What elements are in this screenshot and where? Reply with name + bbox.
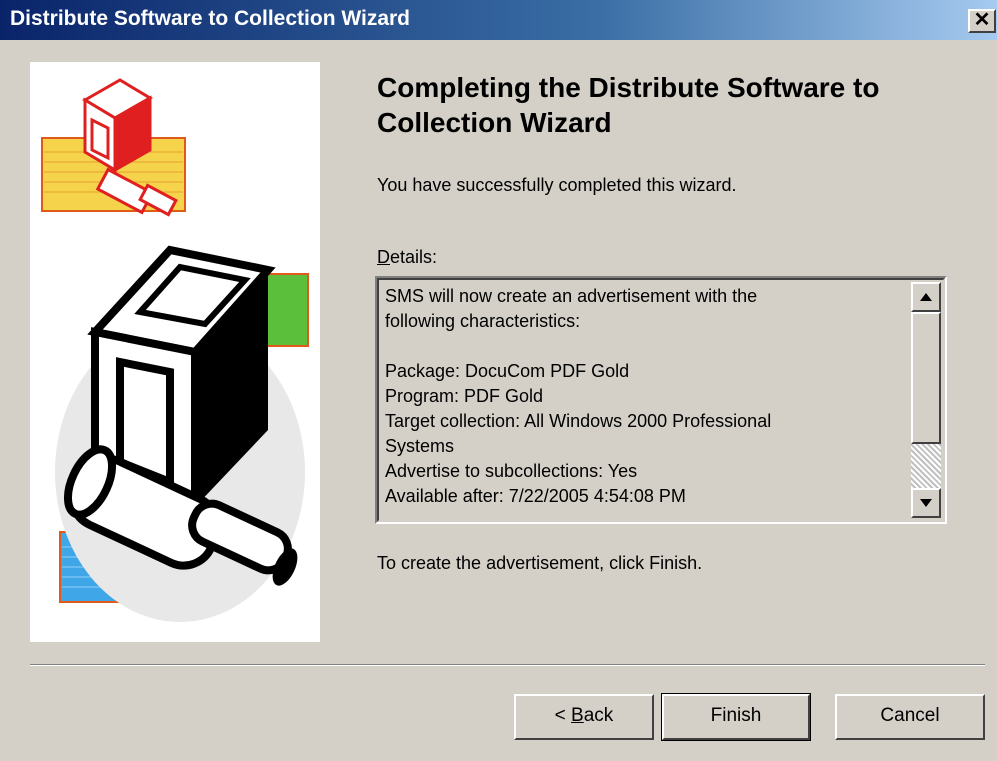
- close-button[interactable]: ✕: [968, 9, 996, 33]
- details-text: SMS will now create an advertisement wit…: [385, 284, 905, 520]
- details-label-mnemonic: D: [377, 247, 390, 267]
- back-button-mnemonic: B: [571, 705, 584, 726]
- details-textbox-inner: SMS will now create an advertisement wit…: [377, 278, 945, 522]
- cancel-button[interactable]: Cancel: [835, 694, 985, 740]
- details-line: [385, 334, 905, 359]
- title-bar[interactable]: Distribute Software to Collection Wizard…: [0, 0, 997, 40]
- back-button-rest: ack: [583, 705, 614, 726]
- details-scrollbar[interactable]: [911, 282, 941, 518]
- arrow-up-icon: [920, 293, 932, 301]
- success-message: You have successfully completed this wiz…: [377, 175, 737, 195]
- details-line: Advertise to subcollections: Yes: [385, 461, 638, 481]
- details-line: Program: PDF Gold: [385, 386, 544, 406]
- details-line: SMS will now create an advertisement wit…: [385, 286, 758, 306]
- details-line: Available after: 7/22/2005 4:54:08 PM: [385, 486, 686, 506]
- scroll-thumb[interactable]: [911, 312, 941, 444]
- finish-button[interactable]: Finish: [661, 693, 811, 741]
- page-title: Completing the Distribute Software to Co…: [377, 72, 880, 138]
- scroll-track[interactable]: [911, 444, 941, 488]
- cancel-button-label: Cancel: [880, 705, 940, 726]
- details-line: Target collection: All Windows 2000 Prof…: [385, 411, 772, 431]
- button-separator: [30, 664, 985, 666]
- back-button[interactable]: < Back: [514, 694, 654, 740]
- details-line: following characteristics:: [385, 311, 581, 331]
- details-line: Package: DocuCom PDF Gold: [385, 361, 630, 381]
- details-line: Systems: [385, 436, 455, 456]
- details-label-rest: etails:: [390, 247, 438, 267]
- window-title: Distribute Software to Collection Wizard: [10, 7, 411, 30]
- wizard-computer-icon: [41, 78, 309, 622]
- arrow-down-icon: [920, 499, 932, 507]
- close-icon: ✕: [973, 9, 991, 31]
- scroll-down-button[interactable]: [911, 488, 941, 518]
- wizard-window: Distribute Software to Collection Wizard…: [0, 0, 997, 761]
- finish-button-label: Finish: [710, 705, 762, 726]
- details-label: Details:: [377, 247, 437, 268]
- finish-instruction: To create the advertisement, click Finis…: [377, 553, 703, 573]
- back-button-prefix: <: [554, 705, 572, 726]
- scroll-up-button[interactable]: [911, 282, 941, 312]
- wizard-side-panel: [30, 62, 320, 642]
- details-textbox[interactable]: SMS will now create an advertisement wit…: [375, 276, 947, 524]
